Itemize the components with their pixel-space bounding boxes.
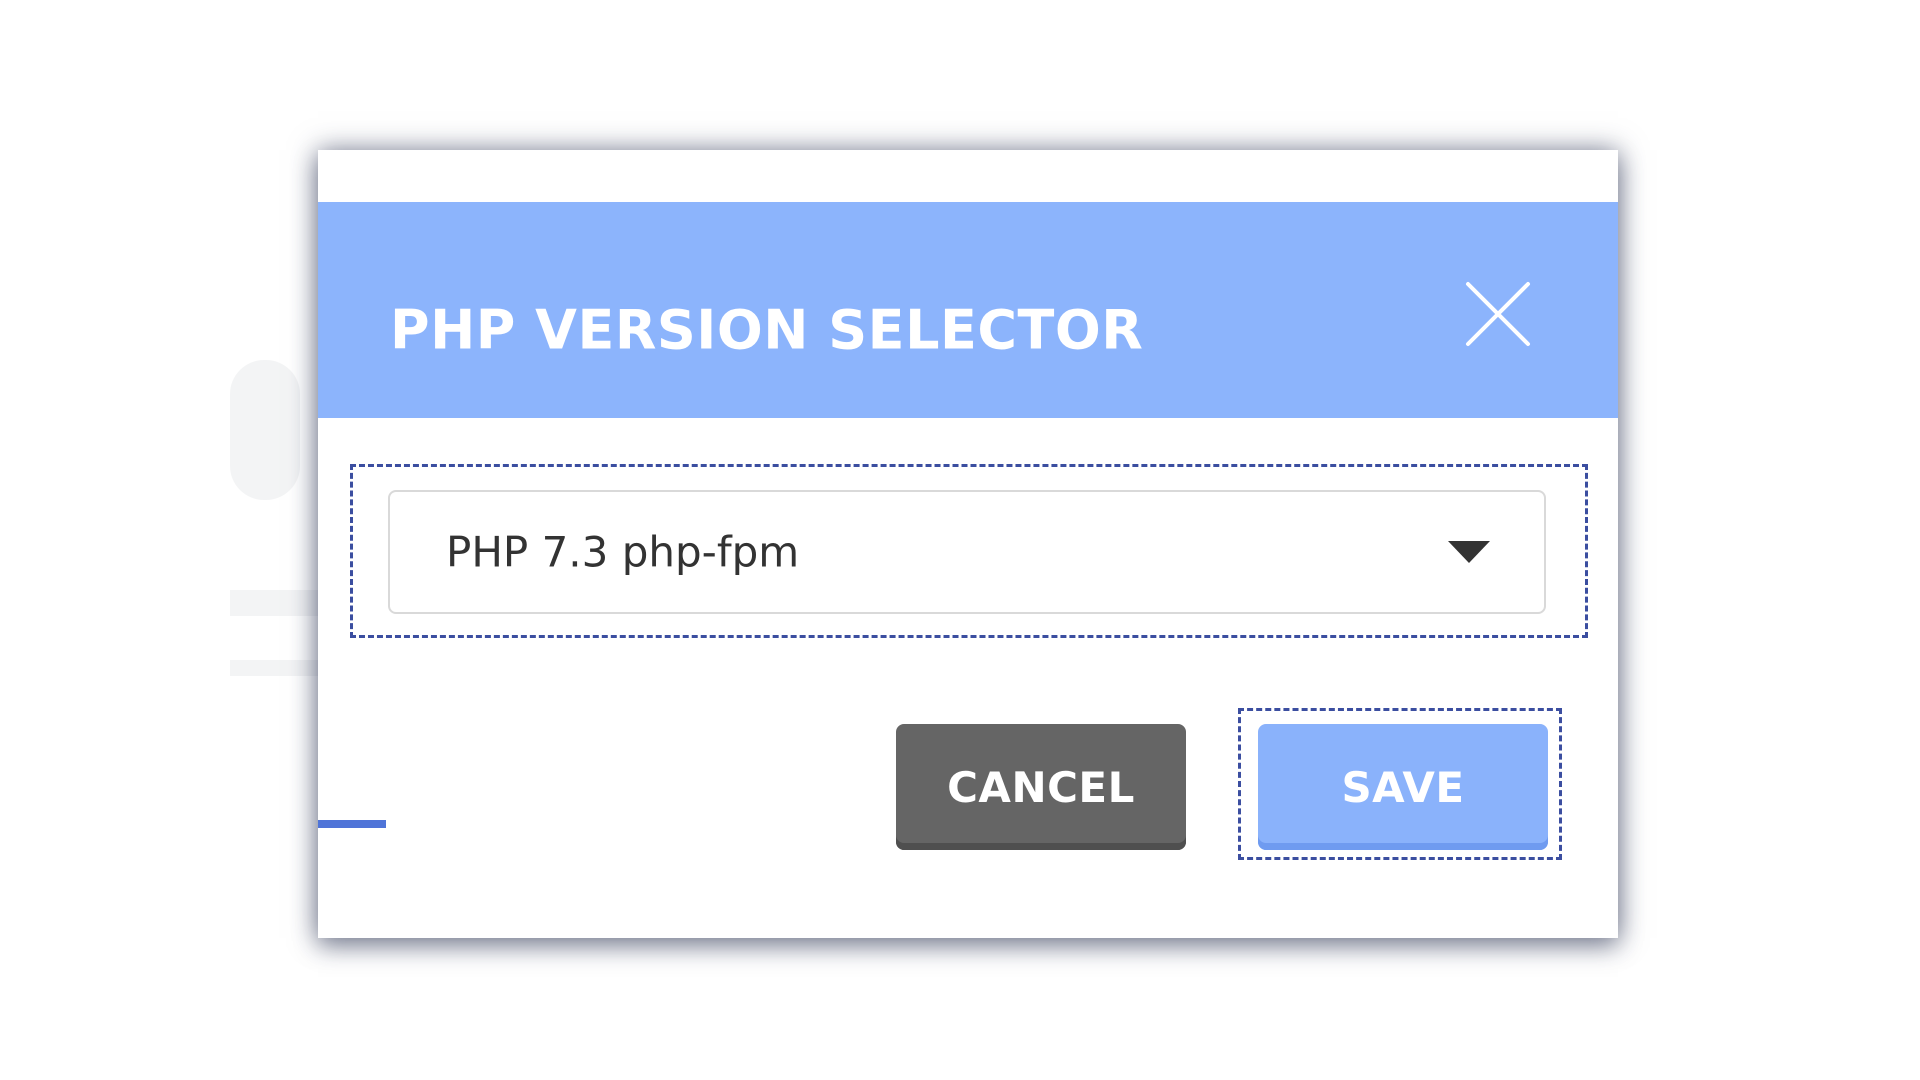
dialog-title: PHP VERSION SELECTOR bbox=[390, 298, 1144, 362]
save-button-label: SAVE bbox=[1341, 762, 1465, 812]
dialog-header: PHP VERSION SELECTOR bbox=[318, 202, 1618, 418]
cancel-button-label: CANCEL bbox=[947, 762, 1135, 812]
caret-down-icon bbox=[1448, 541, 1490, 563]
close-icon bbox=[1466, 282, 1530, 346]
php-version-select[interactable]: PHP 7.3 php-fpm bbox=[388, 490, 1546, 614]
close-button[interactable] bbox=[1462, 278, 1534, 350]
php-version-selector-dialog: PHP VERSION SELECTOR PHP 7.3 php-fpm CAN… bbox=[318, 150, 1618, 938]
php-version-selected-value: PHP 7.3 php-fpm bbox=[446, 527, 800, 577]
left-accent-bar bbox=[318, 820, 386, 828]
save-button[interactable]: SAVE bbox=[1258, 724, 1548, 850]
cancel-button[interactable]: CANCEL bbox=[896, 724, 1186, 850]
